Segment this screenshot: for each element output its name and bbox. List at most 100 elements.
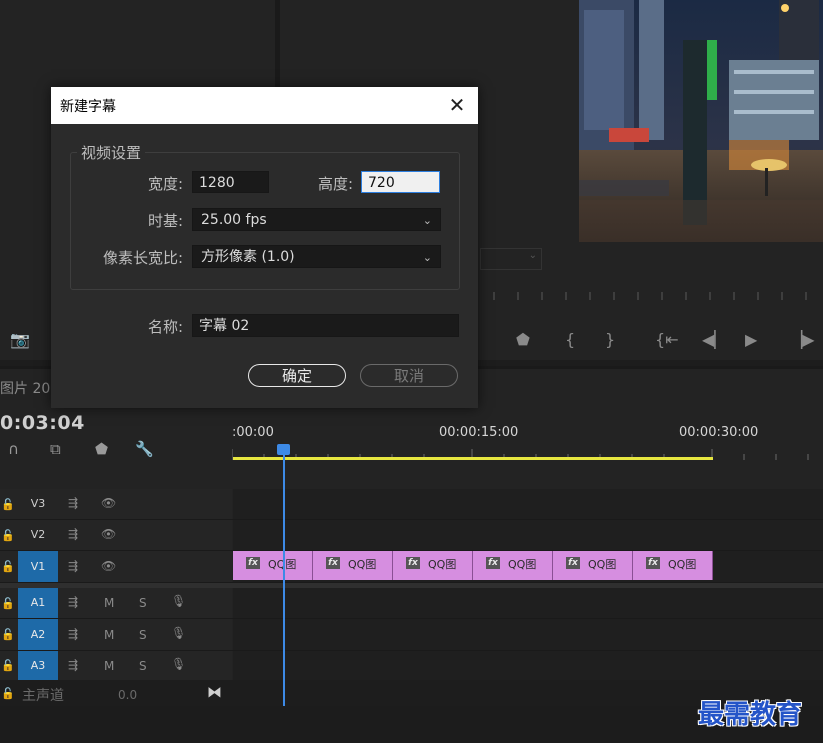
lock-icon[interactable]: 🔓 xyxy=(1,659,15,672)
fx-badge: fx xyxy=(566,557,580,569)
track-content[interactable] xyxy=(233,489,823,519)
cancel-button[interactable]: 取消 xyxy=(360,364,458,387)
clip-label: QQ图 xyxy=(668,558,697,571)
clip-label: QQ图 xyxy=(508,558,537,571)
mark-out-icon[interactable]: } xyxy=(605,330,615,349)
ruler-label: 00:00:30:00 xyxy=(679,425,759,440)
solo-button[interactable]: S xyxy=(139,628,147,642)
lock-icon[interactable]: 🔓 xyxy=(1,498,15,511)
lock-icon[interactable]: 🔓 xyxy=(1,560,15,573)
close-icon[interactable]: ✕ xyxy=(444,92,470,118)
go-to-in-icon[interactable]: {⇤ xyxy=(655,330,679,349)
sync-lock-icon[interactable]: ⇶ xyxy=(68,496,78,510)
solo-button[interactable]: S xyxy=(139,596,147,610)
night-street-image xyxy=(579,0,823,242)
dialog-titlebar[interactable]: 新建字幕 ✕ xyxy=(51,87,478,124)
mute-button[interactable]: M xyxy=(104,628,114,642)
timecode-display[interactable]: 0:03:04 xyxy=(0,412,85,434)
pixel-aspect-label: 像素长宽比: xyxy=(102,249,183,267)
track-v2: 🔓 V2 ⇶ 👁 xyxy=(0,520,823,551)
track-name[interactable]: A1 xyxy=(18,588,58,618)
fx-badge: fx xyxy=(646,557,660,569)
snap-icon[interactable]: ∩ xyxy=(8,440,19,458)
track-header: 🔓 V3 ⇶ 👁 xyxy=(0,489,232,519)
linked-selection-icon[interactable]: ⧉ xyxy=(50,440,61,458)
fx-badge: fx xyxy=(246,557,260,569)
track-header: 🔓 A1 ⇶ M S 🎙 xyxy=(0,588,232,618)
timebase-label: 时基: xyxy=(147,212,183,230)
height-label: 高度: xyxy=(317,175,353,193)
track-content[interactable] xyxy=(233,520,823,550)
step-back-icon[interactable]: ◀▏ xyxy=(702,330,727,349)
clip[interactable]: fx QQ图 xyxy=(313,551,393,580)
program-scale-ruler[interactable] xyxy=(480,284,820,300)
microphone-icon[interactable]: 🎙 xyxy=(171,594,186,608)
chevron-down-icon: ⌄ xyxy=(528,250,537,261)
sync-lock-icon[interactable]: ⇶ xyxy=(68,595,78,609)
add-marker-icon[interactable]: ⬟ xyxy=(95,440,108,458)
timebase-select[interactable]: 25.00 fps ⌄ xyxy=(192,208,441,231)
new-title-dialog: 新建字幕 ✕ 视频设置 宽度: 1280 高度: 720 时基: 25.00 f… xyxy=(51,87,478,408)
work-area-bar[interactable] xyxy=(233,457,713,460)
eye-icon[interactable]: 👁 xyxy=(101,527,116,541)
chevron-down-icon: ⌄ xyxy=(422,251,432,264)
mute-button[interactable]: M xyxy=(104,596,114,610)
ruler-label: :00:00 xyxy=(232,425,274,440)
sync-lock-icon[interactable]: ⇶ xyxy=(68,658,78,672)
mark-in-icon[interactable]: { xyxy=(565,330,575,349)
track-a1: 🔓 A1 ⇶ M S 🎙 xyxy=(0,588,823,619)
sync-lock-icon[interactable]: ⇶ xyxy=(68,527,78,541)
clip[interactable]: fx QQ图 xyxy=(473,551,553,580)
master-label: 主声道 xyxy=(22,688,64,704)
pixel-aspect-select[interactable]: 方形像素 (1.0) ⌄ xyxy=(192,245,441,268)
track-name[interactable]: A2 xyxy=(18,619,58,650)
eye-icon[interactable]: 👁 xyxy=(101,496,116,510)
track-name[interactable]: V3 xyxy=(18,497,58,510)
track-content[interactable] xyxy=(233,619,823,650)
clip-label: QQ图 xyxy=(428,558,457,571)
width-label: 宽度: xyxy=(147,175,183,193)
track-name[interactable]: A3 xyxy=(18,651,58,680)
playhead-line[interactable] xyxy=(283,454,285,706)
fx-badge: fx xyxy=(486,557,500,569)
eye-icon[interactable]: 👁 xyxy=(101,559,116,573)
marker-icon[interactable]: ⬟ xyxy=(516,330,530,349)
master-volume[interactable]: 0.0 xyxy=(118,688,137,702)
microphone-icon[interactable]: 🎙 xyxy=(171,657,186,671)
track-header: 🔓 V1 ⇶ 👁 xyxy=(0,551,232,582)
play-icon[interactable]: ▶ xyxy=(745,330,757,349)
sync-lock-icon[interactable]: ⇶ xyxy=(68,559,78,573)
ok-button[interactable]: 确定 xyxy=(248,364,346,387)
clip-label: QQ图 xyxy=(348,558,377,571)
go-to-end-icon[interactable]: ⧓ xyxy=(207,683,222,701)
dialog-title: 新建字幕 xyxy=(60,99,116,115)
name-field[interactable]: 字幕 02 xyxy=(192,314,459,337)
lock-icon[interactable]: 🔓 xyxy=(1,628,15,641)
lock-icon[interactable]: 🔓 xyxy=(1,597,15,610)
lock-icon[interactable]: 🔓 xyxy=(1,687,15,700)
clip[interactable]: fx QQ图 xyxy=(633,551,713,580)
step-forward-icon[interactable]: ▕▶ xyxy=(790,330,815,349)
chevron-down-icon: ⌄ xyxy=(422,214,432,227)
track-a3: 🔓 A3 ⇶ M S 🎙 xyxy=(0,651,823,681)
clip[interactable]: fx QQ图 xyxy=(393,551,473,580)
camera-icon[interactable]: 📷 xyxy=(10,330,30,349)
fit-dropdown[interactable]: ⌄ xyxy=(480,248,542,270)
track-name[interactable]: V2 xyxy=(18,528,58,541)
lock-icon[interactable]: 🔓 xyxy=(1,529,15,542)
mute-button[interactable]: M xyxy=(104,659,114,673)
name-label: 名称: xyxy=(147,318,183,336)
clip[interactable]: fxQQ图 xyxy=(233,551,313,580)
track-name[interactable]: V1 xyxy=(18,551,58,582)
fx-badge: fx xyxy=(406,557,420,569)
clip[interactable]: fxQQ图 xyxy=(553,551,633,580)
width-field[interactable]: 1280 xyxy=(192,171,269,193)
height-field[interactable]: 720 xyxy=(361,171,440,193)
sync-lock-icon[interactable]: ⇶ xyxy=(68,627,78,641)
fx-badge: fx xyxy=(326,557,340,569)
microphone-icon[interactable]: 🎙 xyxy=(171,626,186,640)
track-content[interactable] xyxy=(233,588,823,618)
solo-button[interactable]: S xyxy=(139,659,147,673)
track-content[interactable] xyxy=(233,651,823,680)
wrench-icon[interactable]: 🔧 xyxy=(135,440,154,458)
